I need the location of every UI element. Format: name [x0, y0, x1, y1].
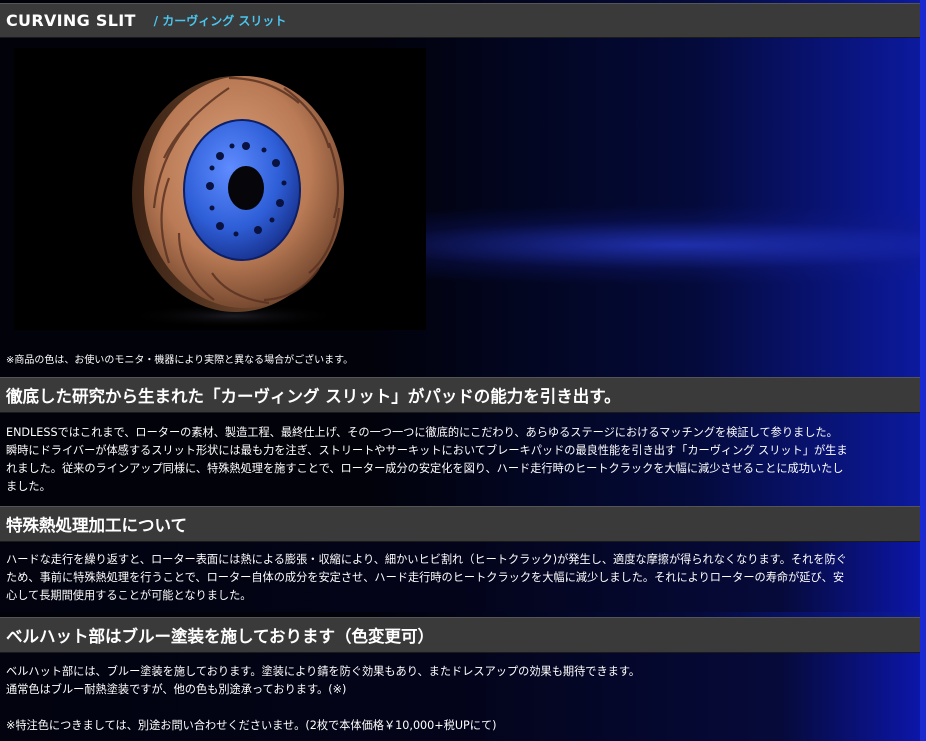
- section3-heading-bar: ベルハット部はブルー塗装を施しております（色変更可）: [0, 617, 920, 653]
- page-title: CURVING SLIT: [6, 11, 136, 30]
- section3-line: ベルハット部には、ブルー塗装を施しております。塗装により錆を防ぐ効果もあり、また…: [6, 665, 641, 678]
- section1-heading-bar: 徹底した研究から生まれた「カーヴィング スリット」がパッドの能力を引き出す。: [0, 377, 920, 413]
- page-subtitle: / カーヴィング スリット: [153, 14, 287, 28]
- section2-line: ハードな走行を繰り返すと、ローター表面には熱による膨張・収縮により、細かいヒビ割…: [6, 553, 847, 566]
- section3-line: [6, 699, 914, 717]
- title-bar: CURVING SLIT / カーヴィング スリット: [0, 3, 920, 38]
- section2-heading: 特殊熱処理加工について: [6, 516, 188, 535]
- section3-line: 通常色はブルー耐熱塗装ですが、他の色も別途承っております。(※): [6, 683, 347, 696]
- section1-line: 瞬時にドライバーが体感するスリット形状には最も力を注ぎ、ストリートやサーキットに…: [6, 444, 848, 457]
- section1-body: ENDLESSではこれまで、ローターの素材、製造工程、最終仕上げ、その一つ一つに…: [6, 424, 914, 496]
- brake-rotor-illustration: [124, 76, 344, 328]
- section1-line: ENDLESSではこれまで、ローターの素材、製造工程、最終仕上げ、その一つ一つに…: [6, 426, 838, 439]
- section3-body: ベルハット部には、ブルー塗装を施しております。塗装により錆を防ぐ効果もあり、また…: [6, 663, 914, 735]
- section2-line: ため、事前に特殊熱処理を行うことで、ローター自体の成分を安定させ、ハード走行時の…: [6, 571, 845, 584]
- section1-line: れました。従来のラインアップ同様に、特殊熱処理を施すことで、ローター成分の安定化…: [6, 462, 844, 475]
- section2-heading-bar: 特殊熱処理加工について: [0, 506, 920, 542]
- color-disclaimer-note: ※商品の色は、お使いのモニタ・機器により実際と異なる場合がございます。: [6, 355, 354, 366]
- section1-heading: 徹底した研究から生まれた「カーヴィング スリット」がパッドの能力を引き出す。: [6, 387, 621, 406]
- section1-line: ました。: [6, 480, 51, 493]
- section3-heading: ベルハット部はブルー塗装を施しております（色変更可）: [6, 627, 435, 646]
- brake-rotor-image: [14, 48, 426, 330]
- right-frame-border: [920, 0, 926, 741]
- section2-body: ハードな走行を繰り返すと、ローター表面には熱による膨張・収縮により、細かいヒビ割…: [6, 551, 914, 605]
- section3-line: ※特注色につきましては、別途お問い合わせくださいませ。(2枚で本体価格￥10,0…: [6, 719, 497, 732]
- section2-line: 心して長期間使用することが可能となりました。: [6, 589, 252, 602]
